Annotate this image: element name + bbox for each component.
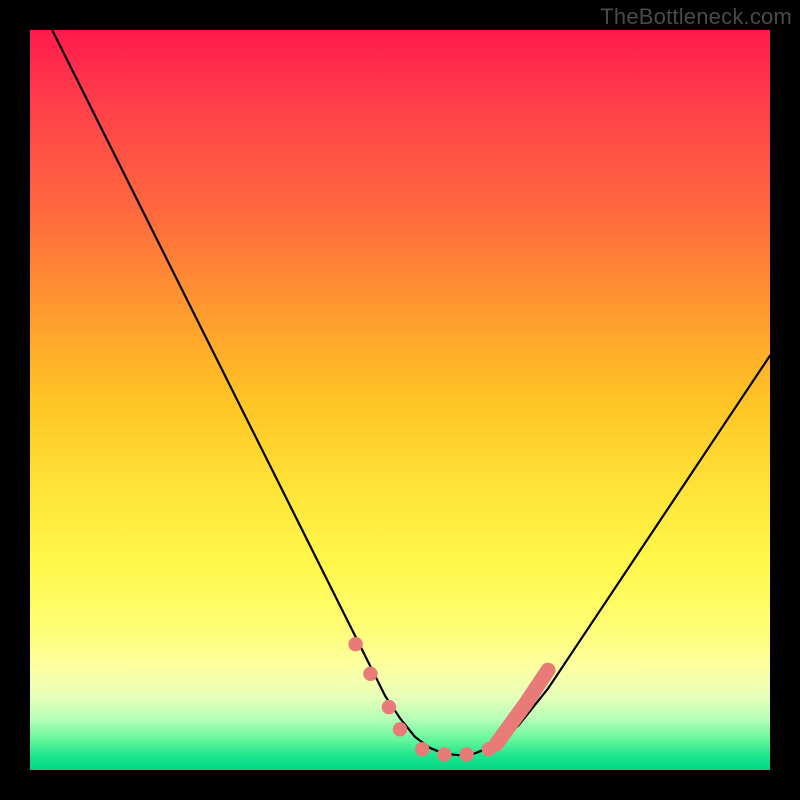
bottleneck-curve bbox=[52, 30, 770, 755]
curve-marker-bar bbox=[496, 703, 526, 744]
curve-marker bbox=[437, 747, 451, 761]
curve-marker bbox=[363, 667, 377, 681]
curve-marker bbox=[415, 742, 429, 756]
chart-frame: TheBottleneck.com bbox=[0, 0, 800, 800]
curve-marker-bar bbox=[526, 670, 548, 703]
curve-markers bbox=[348, 637, 548, 762]
curve-marker bbox=[348, 637, 362, 651]
watermark-text: TheBottleneck.com bbox=[600, 4, 792, 30]
curve-marker bbox=[459, 747, 473, 761]
chart-svg bbox=[30, 30, 770, 770]
curve-path bbox=[52, 30, 770, 755]
curve-marker bbox=[382, 700, 396, 714]
curve-marker bbox=[393, 722, 407, 736]
